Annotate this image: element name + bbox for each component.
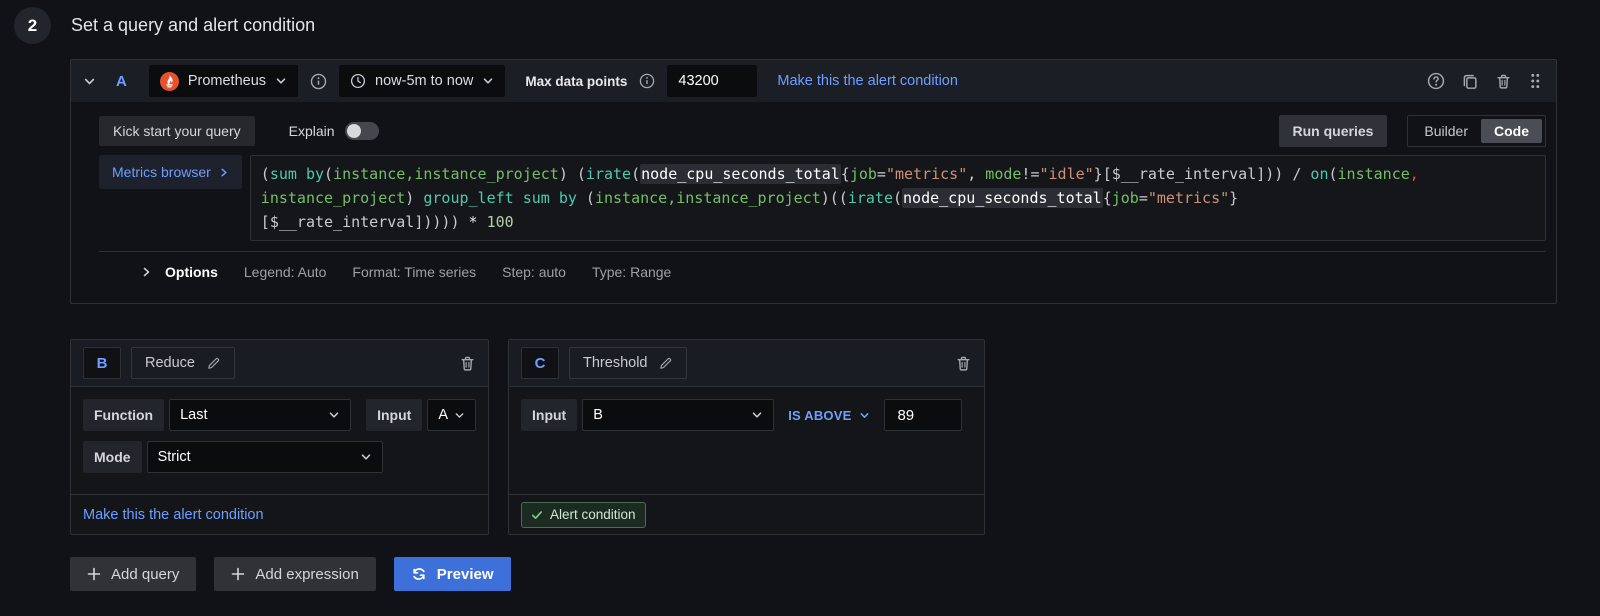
datasource-select[interactable]: Prometheus (148, 65, 299, 97)
alert-condition-badge: Alert condition (521, 501, 646, 528)
collapse-chevron-down-icon[interactable] (83, 75, 96, 88)
chevron-down-icon (361, 454, 370, 460)
options-toggle[interactable]: Options (141, 264, 218, 280)
chevron-down-icon (752, 412, 762, 418)
input-label: Input (366, 399, 423, 431)
plus-icon (232, 567, 245, 581)
metrics-browser-label: Metrics browser (112, 164, 211, 180)
refresh-icon (413, 568, 425, 580)
preview-button[interactable]: Preview (393, 557, 511, 591)
chevron-down-icon (860, 412, 869, 418)
chevron-down-icon (329, 412, 339, 418)
mode-value: Strict (157, 449, 191, 465)
chevron-down-icon (484, 78, 493, 84)
add-query-label: Add query (111, 565, 180, 583)
time-range-select[interactable]: now-5m to now (339, 65, 506, 97)
alert-condition-badge-label: Alert condition (550, 507, 636, 522)
chevron-right-icon (143, 267, 150, 276)
input-label: Input (521, 399, 578, 431)
code-line: (sum by(instance,instance_project) (irat… (260, 164, 1419, 184)
make-alert-condition-link[interactable]: Make this the alert condition (777, 73, 958, 89)
max-data-points-label: Max data points (525, 73, 628, 89)
threshold-value-input[interactable]: 89 (884, 399, 963, 431)
promql-code-editor[interactable]: (sum by(instance,instance_project) (irat… (249, 155, 1546, 241)
datasource-info-icon[interactable] (310, 73, 327, 90)
function-label: Function (83, 399, 165, 431)
chevron-down-icon (276, 78, 286, 84)
legend-stat: Legend: Auto (243, 263, 327, 280)
toggle-knob (346, 124, 361, 138)
code-line: [$__rate_interval])))) * 100 (260, 213, 514, 231)
builder-mode-option[interactable]: Builder (1411, 119, 1481, 143)
metrics-browser-button[interactable]: Metrics browser (99, 155, 242, 189)
help-icon[interactable] (1427, 72, 1445, 90)
bottom-actions: Add query Add expression Preview (70, 557, 1600, 591)
reduce-panel-header: B Reduce (71, 340, 488, 387)
run-queries-button[interactable]: Run queries (1278, 115, 1388, 147)
function-select[interactable]: Last (169, 399, 352, 431)
check-icon (532, 510, 542, 519)
function-value: Last (180, 407, 208, 423)
query-editor-panel: A Prometheus now-5m to now Max data poin… (70, 59, 1557, 304)
type-stat: Type: Range (591, 263, 672, 280)
clock-icon (350, 73, 366, 89)
duplicate-icon[interactable] (1461, 72, 1479, 90)
add-query-button[interactable]: Add query (70, 557, 197, 591)
make-alert-condition-link[interactable]: Make this the alert condition (83, 507, 264, 523)
add-expression-button[interactable]: Add expression (214, 557, 376, 591)
kick-start-query-button[interactable]: Kick start your query (99, 116, 255, 146)
explain-label: Explain (288, 123, 335, 139)
step-number-badge: 2 (14, 7, 51, 44)
max-data-points-input[interactable]: 43200 (667, 65, 758, 97)
expression-refid: B (83, 347, 121, 379)
chevron-down-icon (455, 412, 464, 418)
mode-label: Mode (83, 441, 142, 473)
editor-mode-switch: Builder Code (1407, 115, 1546, 147)
reduce-expression-panel: B Reduce Function Last Input A Mode Stri… (70, 339, 489, 535)
trash-icon[interactable] (459, 355, 476, 372)
step-stat: Step: auto (502, 263, 566, 280)
mode-select[interactable]: Strict (146, 441, 383, 473)
query-header-row: A Prometheus now-5m to now Max data poin… (71, 60, 1556, 102)
max-data-points-info-icon[interactable] (639, 73, 655, 89)
chevron-right-icon (221, 168, 227, 176)
step-header: 2 Set a query and alert condition (0, 0, 1600, 44)
drag-handle-icon[interactable] (1528, 72, 1542, 90)
threshold-expression-panel: C Threshold Input B IS ABOVE 89 Alert co… (508, 339, 985, 535)
rename-reduce-button[interactable]: Reduce (131, 347, 235, 379)
rename-threshold-button[interactable]: Threshold (569, 347, 688, 379)
format-stat: Format: Time series (352, 263, 477, 280)
trash-icon[interactable] (1495, 73, 1512, 90)
time-range-value: now-5m to now (375, 73, 474, 89)
threshold-input-value: B (593, 407, 603, 423)
condition-value: IS ABOVE (788, 407, 852, 423)
threshold-title: Threshold (583, 355, 648, 371)
plus-icon (87, 567, 101, 581)
threshold-input-select[interactable]: B (582, 399, 775, 431)
query-header-actions (1427, 72, 1542, 90)
threshold-panel-header: C Threshold (509, 340, 984, 387)
add-expression-label: Add expression (255, 565, 359, 583)
trash-icon[interactable] (955, 355, 972, 372)
prometheus-icon (159, 71, 179, 91)
page-title: Set a query and alert condition (71, 15, 316, 35)
preview-label: Preview (436, 565, 494, 583)
pencil-icon (660, 357, 672, 369)
code-line: instance_project) group_left sum by (ins… (260, 188, 1239, 208)
code-mode-option[interactable]: Code (1481, 119, 1542, 143)
query-toolbar: Kick start your query Explain Run querie… (99, 112, 1546, 150)
explain-toggle[interactable] (344, 122, 379, 140)
reduce-title: Reduce (145, 355, 195, 371)
query-refid: A (116, 72, 127, 90)
condition-select[interactable]: IS ABOVE (788, 408, 870, 423)
reduce-input-select[interactable]: A (427, 399, 476, 431)
reduce-input-value: A (438, 407, 448, 423)
datasource-value: Prometheus (187, 73, 267, 89)
pencil-icon (208, 357, 220, 369)
options-label: Options (165, 263, 218, 280)
expression-refid: C (521, 347, 559, 379)
query-options-row: Options Legend: Auto Format: Time series… (99, 251, 1546, 291)
